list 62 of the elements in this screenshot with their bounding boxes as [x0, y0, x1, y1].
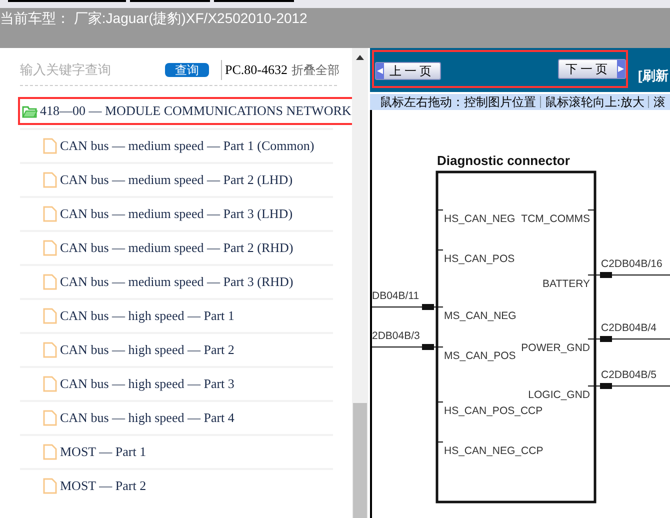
tab-strip-segment[interactable] [214, 0, 294, 2]
wire [372, 304, 436, 310]
tree-item[interactable]: CAN bus — high speed — Part 4 [43, 408, 234, 428]
wire-label: C2DB04B/4 [601, 322, 656, 334]
tree-item[interactable]: CAN bus — high speed — Part 3 [43, 374, 234, 394]
pin-label: BATTERY [542, 278, 590, 290]
document-icon [43, 138, 57, 154]
search-button[interactable]: 查询 [165, 63, 209, 77]
tree-item[interactable]: CAN bus — high speed — Part 2 [43, 340, 234, 360]
tree-item[interactable]: CAN bus — medium speed — Part 3 (RHD) [43, 272, 294, 292]
instruction-text: 滚 [653, 94, 666, 110]
tree-item[interactable]: CAN bus — medium speed — Part 2 (RHD) [43, 238, 294, 258]
pin-label: MS_CAN_NEG [444, 310, 516, 322]
refresh-link[interactable]: [刷新 [638, 66, 668, 86]
document-icon [43, 206, 57, 222]
document-icon [43, 410, 57, 426]
tree-item[interactable]: CAN bus — high speed — Part 1 [43, 306, 234, 326]
tab-strip-segment[interactable] [130, 0, 210, 2]
pin-label: MS_CAN_POS [444, 350, 516, 362]
wire-label: C2DB04B/16 [601, 258, 662, 270]
tab-strip-segment[interactable] [8, 0, 126, 2]
tree-item[interactable]: CAN bus — medium speed — Part 3 (LHD) [43, 204, 293, 224]
document-icon [43, 240, 57, 256]
pin-label: HS_CAN_POS [444, 253, 515, 265]
previous-page-button[interactable]: 上一页 [375, 62, 441, 80]
document-icon [43, 478, 57, 494]
tree-node[interactable]: 418—00 — MODULE COMMUNICATIONS NETWORK [22, 101, 352, 121]
document-icon [43, 342, 57, 358]
wire-label: DB04B/11 [372, 290, 420, 302]
tree-item[interactable]: MOST — Part 1 [43, 442, 146, 462]
wire-label: 2DB04B/3 [372, 330, 420, 342]
code-label: PC.80-4632 [225, 61, 288, 80]
pin-label: HS_CAN_NEG [444, 213, 516, 225]
diagram-title: Diagnostic connector [437, 153, 570, 168]
document-icon [43, 274, 57, 290]
scrollbar[interactable] [352, 48, 368, 518]
scroll-up-arrow-icon[interactable] [356, 55, 364, 60]
tree-item[interactable]: CAN bus — medium speed — Part 1 (Common) [43, 136, 314, 156]
wire [372, 344, 436, 350]
document-icon [43, 172, 57, 188]
open-folder-icon [22, 104, 38, 118]
instruction-text: 鼠标滚轮向上:放大 [545, 94, 644, 110]
document-icon [43, 308, 57, 324]
document-icon [43, 444, 57, 460]
instruction-text: 鼠标左右拖动：控制图片位置 [380, 94, 536, 110]
wire-label: C2DB04B/5 [601, 369, 656, 381]
document-icon [43, 376, 57, 392]
pin-label: HS_CAN_NEG_CCP [444, 445, 544, 457]
scrollbar-thumb[interactable] [353, 403, 367, 518]
pin-label: HS_CAN_POS_CCP [444, 405, 543, 417]
next-page-button[interactable]: 下一页 [558, 59, 626, 79]
pin-label: TCM_COMMS [521, 213, 590, 225]
collapse-all-link[interactable]: 折叠全部 [291, 61, 340, 79]
pin-tick [588, 338, 596, 340]
pin-tick [436, 306, 444, 308]
pin-tick [436, 346, 444, 348]
vehicle-label: 当前车型： 厂家:Jaguar(捷豹)XF/X2502010-2012 [0, 10, 308, 26]
pin-tick [588, 274, 596, 276]
tree-item[interactable]: CAN bus — medium speed — Part 2 (LHD) [43, 170, 293, 190]
pin-label: LOGIC_GND [528, 389, 590, 401]
tree-item[interactable]: MOST — Part 2 [43, 476, 146, 496]
pin-label: POWER_GND [521, 342, 590, 354]
